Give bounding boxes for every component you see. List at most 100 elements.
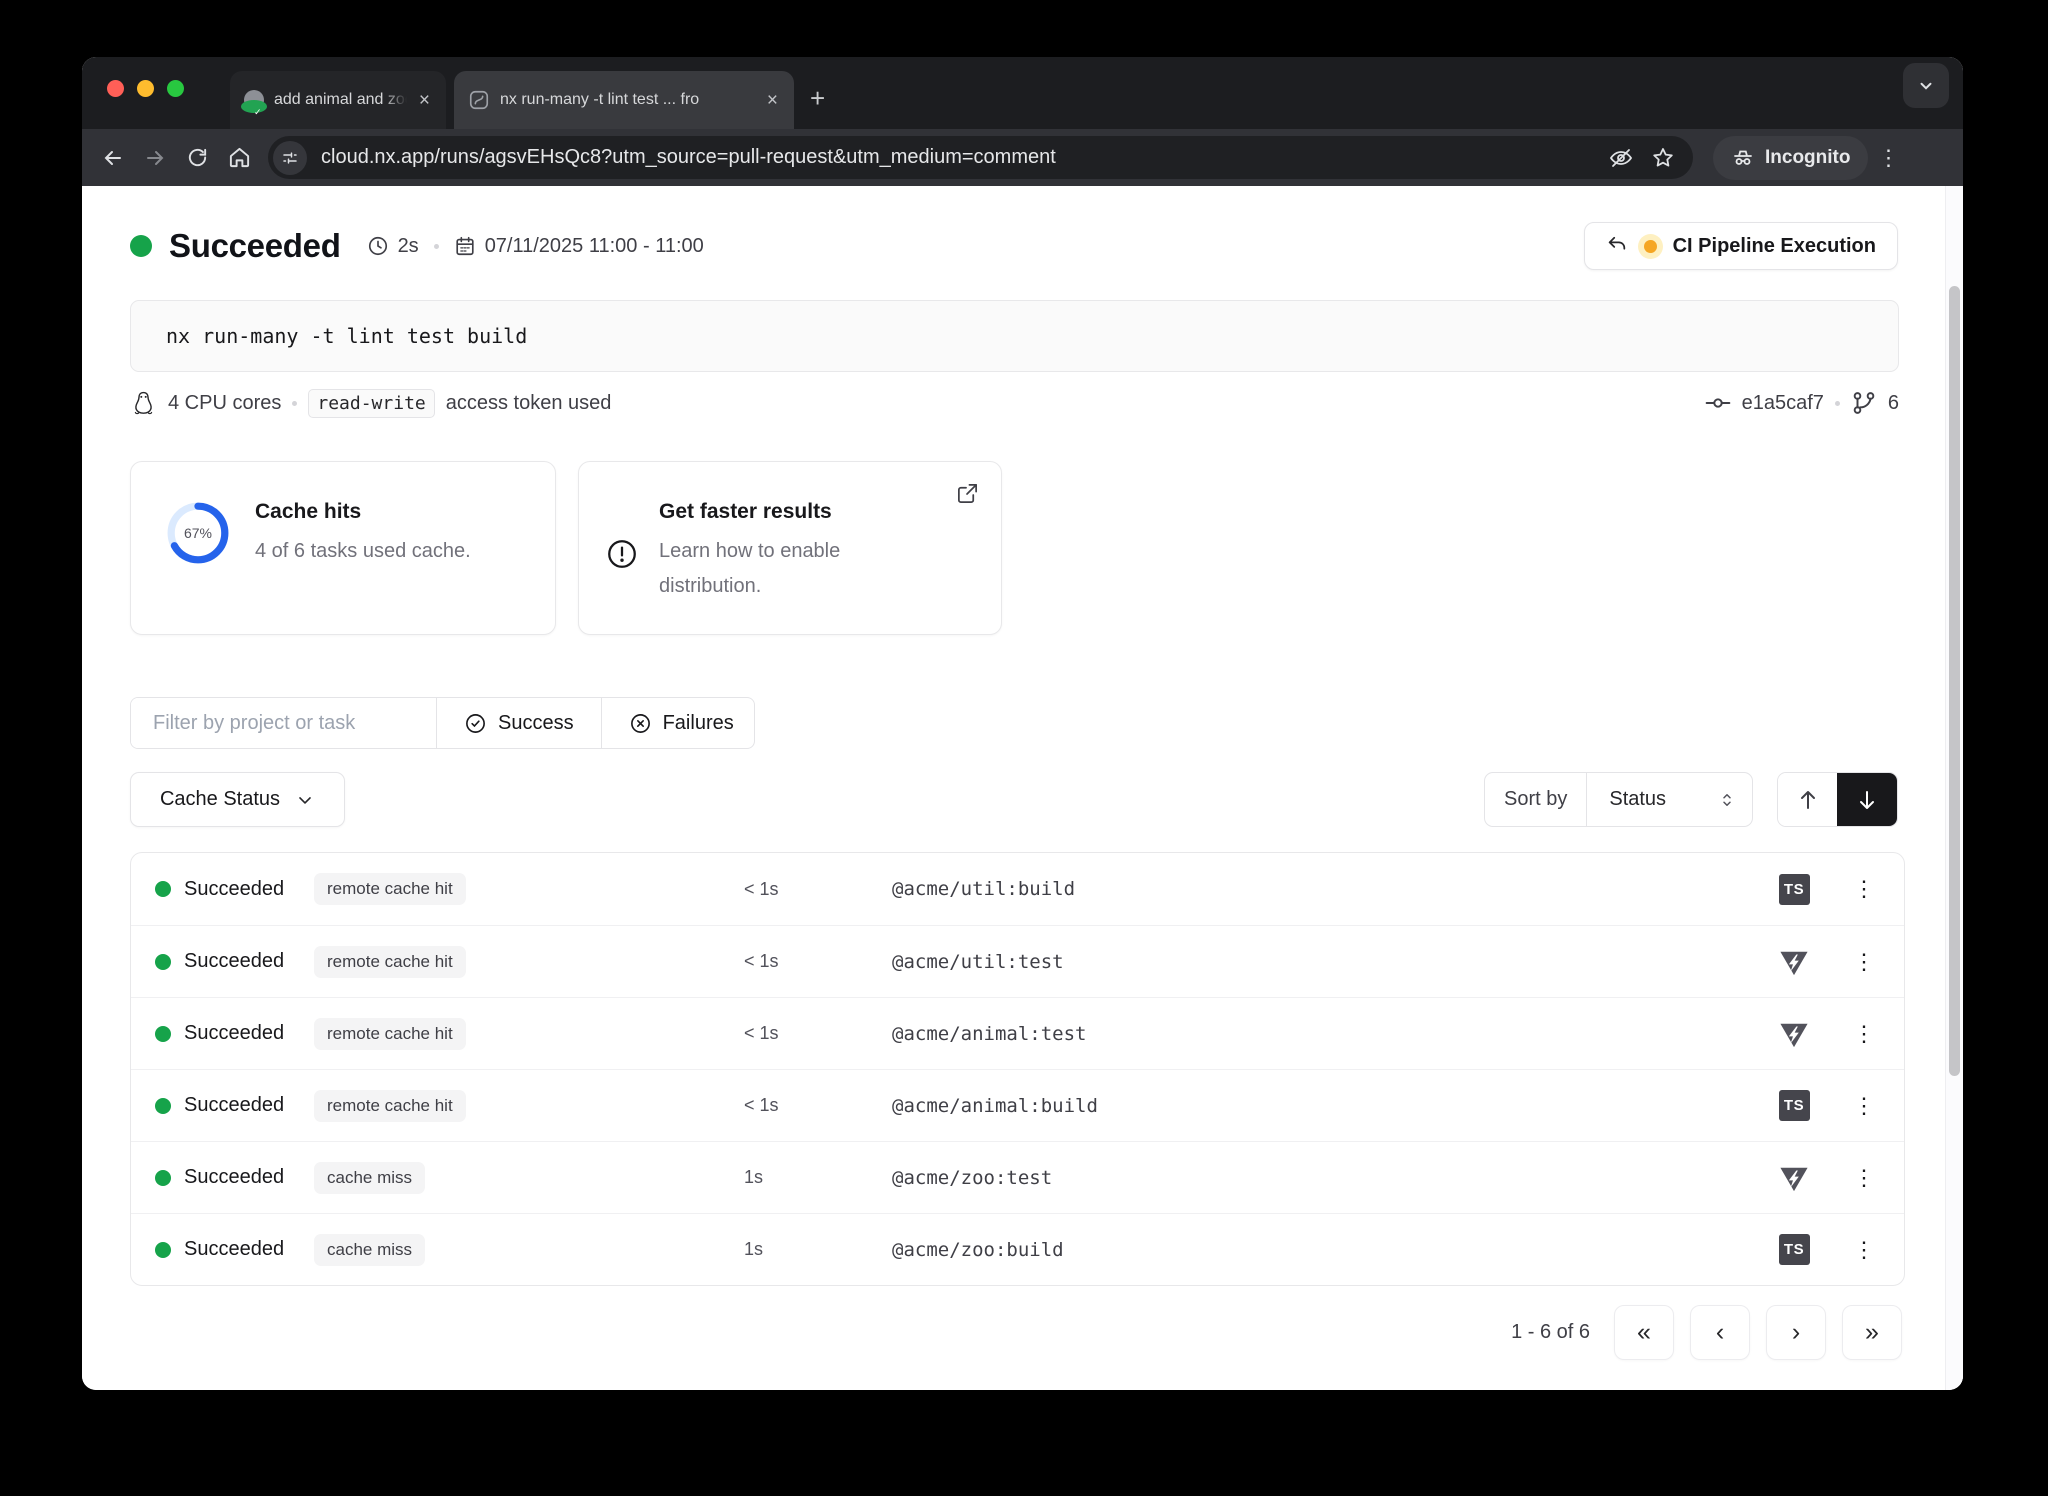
incognito-label: Incognito bbox=[1765, 147, 1850, 169]
arrow-down-icon bbox=[1855, 788, 1879, 812]
tab-search-button[interactable] bbox=[1903, 63, 1949, 108]
cache-badge: remote cache hit bbox=[314, 1090, 466, 1122]
sort-descending-button[interactable] bbox=[1837, 773, 1897, 826]
task-name: @acme/zoo:test bbox=[892, 1167, 1776, 1189]
task-status: Succeeded bbox=[184, 950, 314, 973]
row-menu-button[interactable]: ⋮ bbox=[1852, 1167, 1876, 1189]
forward-button[interactable] bbox=[134, 137, 176, 179]
task-duration: < 1s bbox=[744, 951, 892, 972]
task-row[interactable]: Succeeded cache miss 1s @acme/zoo:test ⋮ bbox=[131, 1141, 1904, 1213]
status-dot-icon bbox=[155, 1098, 171, 1114]
commit-sha[interactable]: e1a5caf7 bbox=[1742, 392, 1824, 415]
status-dot-icon bbox=[155, 1026, 171, 1042]
pagination: 1 - 6 of 6 « ‹ › » bbox=[1511, 1305, 1902, 1360]
branch-run-count[interactable]: 6 bbox=[1888, 392, 1899, 415]
task-row[interactable]: Succeeded remote cache hit < 1s @acme/ut… bbox=[131, 925, 1904, 997]
external-link-icon[interactable] bbox=[956, 482, 979, 505]
dot-separator bbox=[292, 401, 297, 406]
cache-badge: cache miss bbox=[314, 1234, 425, 1266]
kebab-icon: ⋮ bbox=[1853, 1093, 1875, 1118]
row-menu-button[interactable]: ⋮ bbox=[1852, 878, 1876, 900]
kebab-icon: ⋮ bbox=[1853, 949, 1875, 974]
kebab-icon: ⋮ bbox=[1877, 145, 1899, 171]
ci-pipeline-execution-button[interactable]: CI Pipeline Execution bbox=[1584, 222, 1898, 270]
first-page-button[interactable]: « bbox=[1614, 1305, 1674, 1360]
task-row[interactable]: Succeeded cache miss 1s @acme/zoo:build … bbox=[131, 1213, 1904, 1285]
status-dot-icon bbox=[155, 954, 171, 970]
tab-title: add animal and zoo packages bbox=[274, 91, 407, 109]
info-icon bbox=[605, 537, 639, 571]
minimize-window-button[interactable] bbox=[137, 80, 154, 97]
eye-off-icon[interactable] bbox=[1609, 146, 1633, 170]
cache-hits-title: Cache hits bbox=[255, 500, 471, 524]
task-status: Succeeded bbox=[184, 1238, 314, 1261]
calendar-icon bbox=[454, 235, 476, 257]
filter-bar: Success Failures bbox=[130, 697, 755, 749]
linux-penguin-icon bbox=[130, 390, 157, 417]
filter-success-toggle[interactable]: Success bbox=[436, 698, 601, 748]
new-tab-button[interactable]: + bbox=[810, 85, 825, 111]
scrollbar-track[interactable] bbox=[1945, 186, 1963, 1390]
dot-separator bbox=[1835, 401, 1840, 406]
dot-separator bbox=[434, 244, 439, 249]
double-chevron-right-icon: » bbox=[1865, 1318, 1879, 1347]
undo-arrow-icon bbox=[1606, 235, 1628, 257]
check-circle-icon bbox=[464, 712, 487, 735]
previous-page-button[interactable]: ‹ bbox=[1690, 1305, 1750, 1360]
task-duration: 1s bbox=[744, 1239, 892, 1260]
distribution-title: Get faster results bbox=[659, 500, 840, 524]
task-duration: < 1s bbox=[744, 1023, 892, 1044]
task-row[interactable]: Succeeded remote cache hit < 1s @acme/an… bbox=[131, 1069, 1904, 1141]
status-dot-icon bbox=[155, 881, 171, 897]
cache-status-dropdown[interactable]: Cache Status bbox=[130, 772, 345, 827]
sort-direction-toggle bbox=[1777, 772, 1898, 827]
filter-input[interactable] bbox=[131, 698, 436, 748]
reload-button[interactable] bbox=[176, 137, 218, 179]
tab-nx-run[interactable]: nx run-many -t lint test ... fro × bbox=[454, 71, 794, 129]
clock-icon bbox=[367, 235, 389, 257]
row-menu-button[interactable]: ⋮ bbox=[1852, 951, 1876, 973]
tab-close-icon[interactable]: × bbox=[417, 91, 432, 110]
sort-field-select[interactable]: Status bbox=[1587, 773, 1752, 826]
filter-failures-toggle[interactable]: Failures bbox=[601, 698, 755, 748]
url-text[interactable]: cloud.nx.app/runs/agsvEHsQc8?utm_source=… bbox=[321, 146, 1609, 169]
task-row[interactable]: Succeeded remote cache hit < 1s @acme/ut… bbox=[131, 853, 1904, 925]
task-duration: < 1s bbox=[744, 1095, 892, 1116]
back-button[interactable] bbox=[92, 137, 134, 179]
typescript-icon: TS bbox=[1779, 874, 1810, 905]
forward-arrow-icon bbox=[143, 146, 167, 170]
sort-ascending-button[interactable] bbox=[1778, 773, 1837, 826]
cache-badge: cache miss bbox=[314, 1162, 425, 1194]
status-dot-icon bbox=[155, 1242, 171, 1258]
row-menu-button[interactable]: ⋮ bbox=[1852, 1095, 1876, 1117]
task-duration: 1s bbox=[744, 1167, 892, 1188]
site-settings-button[interactable] bbox=[273, 141, 307, 175]
task-list: Succeeded remote cache hit < 1s @acme/ut… bbox=[130, 852, 1905, 1286]
tab-title: nx run-many -t lint test ... fro bbox=[500, 91, 755, 109]
scrollbar-thumb[interactable] bbox=[1949, 286, 1960, 1076]
row-menu-button[interactable]: ⋮ bbox=[1852, 1239, 1876, 1261]
bookmark-star-icon[interactable] bbox=[1651, 146, 1675, 170]
row-menu-button[interactable]: ⋮ bbox=[1852, 1023, 1876, 1045]
access-token-suffix: access token used bbox=[446, 392, 612, 415]
status-dot-icon bbox=[155, 1170, 171, 1186]
task-status: Succeeded bbox=[184, 1166, 314, 1189]
status-dot-icon bbox=[130, 235, 152, 257]
last-page-button[interactable]: » bbox=[1842, 1305, 1902, 1360]
address-bar[interactable]: cloud.nx.app/runs/agsvEHsQc8?utm_source=… bbox=[268, 136, 1693, 179]
close-window-button[interactable] bbox=[107, 80, 124, 97]
cache-hits-card: 67% Cache hits 4 of 6 tasks used cache. bbox=[130, 461, 556, 635]
tab-close-icon[interactable]: × bbox=[765, 91, 780, 110]
zoom-window-button[interactable] bbox=[167, 80, 184, 97]
home-icon bbox=[228, 146, 251, 169]
next-page-button[interactable]: › bbox=[1766, 1305, 1826, 1360]
task-row[interactable]: Succeeded remote cache hit < 1s @acme/an… bbox=[131, 997, 1904, 1069]
arrow-up-icon bbox=[1796, 788, 1820, 812]
browser-menu-button[interactable]: ⋮ bbox=[1868, 145, 1908, 171]
task-status: Succeeded bbox=[184, 1022, 314, 1045]
kebab-icon: ⋮ bbox=[1853, 1237, 1875, 1262]
tab-pull-request[interactable]: ✓ add animal and zoo packages × bbox=[230, 71, 446, 129]
home-button[interactable] bbox=[218, 137, 260, 179]
task-duration: < 1s bbox=[744, 879, 892, 900]
access-token-kind: read-write bbox=[308, 389, 434, 418]
